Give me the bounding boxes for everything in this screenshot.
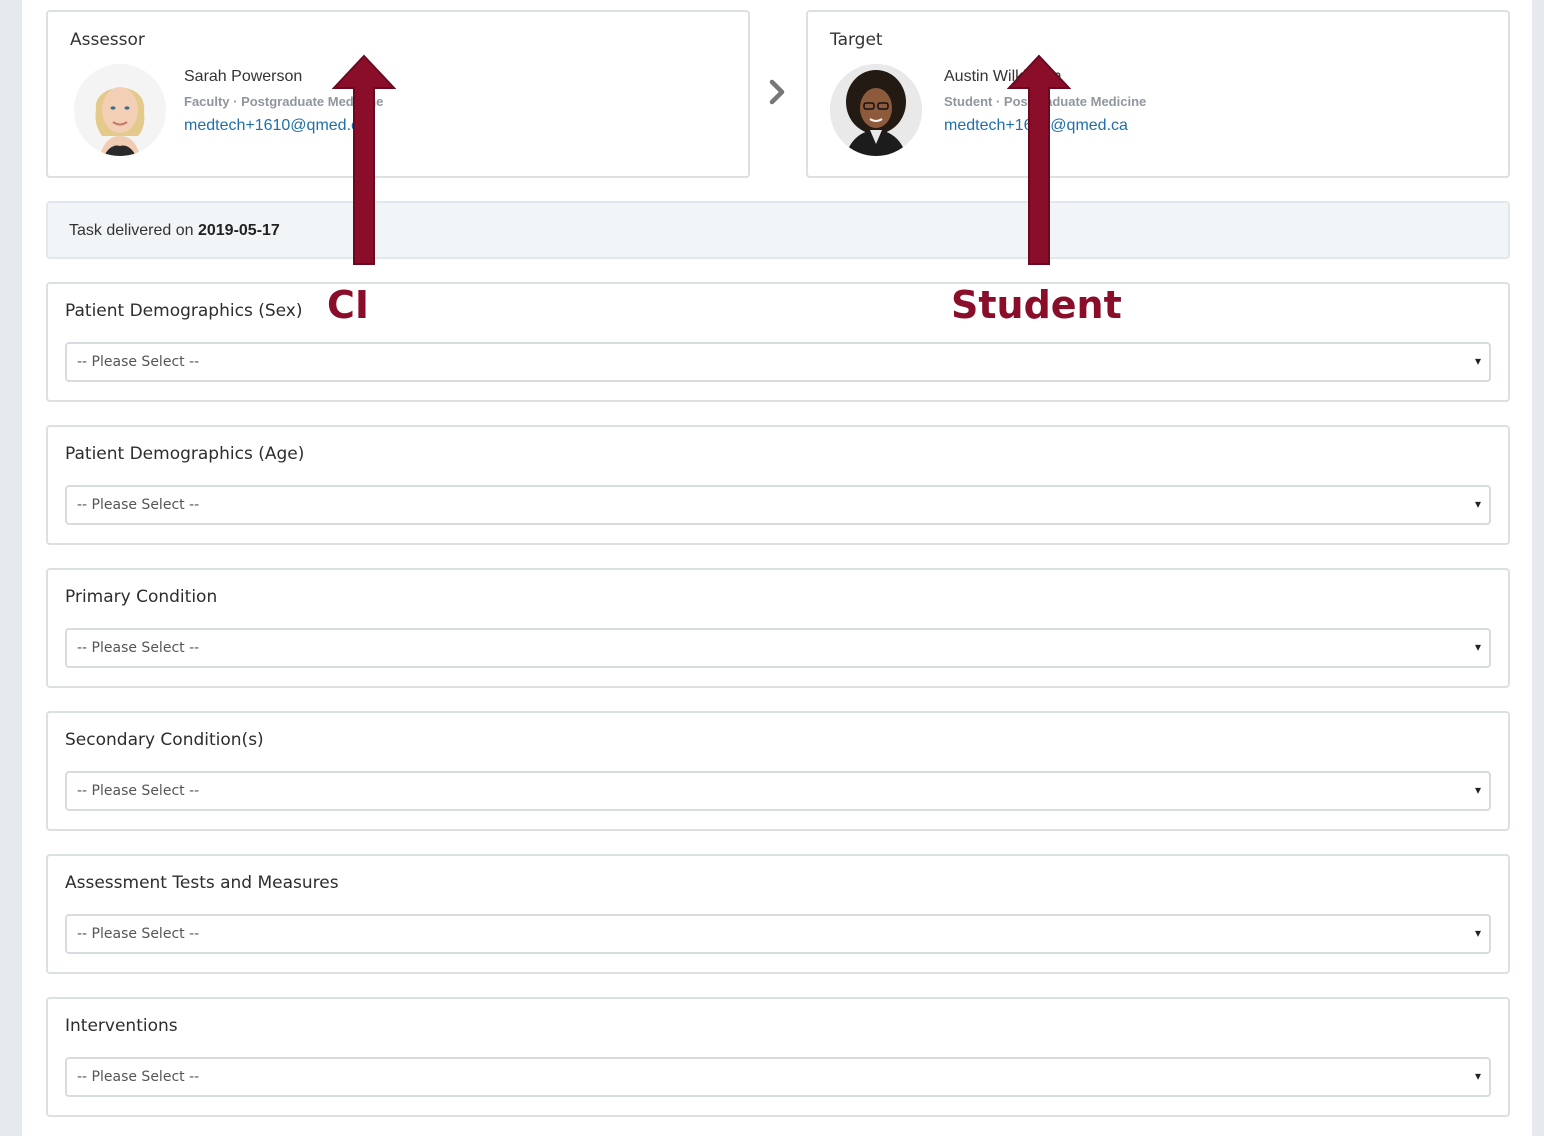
chevron-right-icon [769,79,785,105]
left-gutter [0,0,22,1136]
target-avatar [830,64,922,156]
caret-down-icon: ▾ [1474,354,1481,368]
task-delivered-date: 2019-05-17 [197,222,280,239]
target-card: Target Austin Wilkinson Student · Postgr… [806,10,1510,178]
caret-down-icon: ▾ [1474,1069,1481,1083]
patient-sex-select[interactable]: -- Please Select -- ▾ [65,342,1491,382]
select-value: -- Please Select -- [77,926,200,942]
assessment-tests-select[interactable]: -- Please Select -- ▾ [65,914,1491,954]
field-label: Patient Demographics (Age) [65,444,305,464]
caret-down-icon: ▾ [1474,783,1481,797]
field-secondary-conditions: Secondary Condition(s) -- Please Select … [46,711,1510,831]
annotation-student-label: Student [951,283,1122,327]
patient-age-select[interactable]: -- Please Select -- ▾ [65,485,1491,525]
field-label: Secondary Condition(s) [65,730,264,750]
field-interventions: Interventions -- Please Select -- ▾ [46,997,1510,1117]
select-value: -- Please Select -- [77,354,200,370]
annotation-ci-label: CI [327,283,370,327]
annotation-arrow-up-icon [1007,54,1071,265]
target-heading: Target [830,30,883,50]
field-patient-age: Patient Demographics (Age) -- Please Sel… [46,425,1510,545]
caret-down-icon: ▾ [1474,926,1481,940]
field-assessment-tests: Assessment Tests and Measures -- Please … [46,854,1510,974]
field-patient-sex: Patient Demographics (Sex) -- Please Sel… [46,282,1510,402]
task-delivered-text: Task delivered on 2019-05-17 [69,222,280,240]
select-value: -- Please Select -- [77,1069,200,1085]
task-delivered-prefix: Task delivered on [69,222,198,239]
assessor-heading: Assessor [70,30,145,50]
field-label: Patient Demographics (Sex) [65,301,303,321]
interventions-select[interactable]: -- Please Select -- ▾ [65,1057,1491,1097]
field-label: Interventions [65,1016,178,1036]
field-primary-condition: Primary Condition -- Please Select -- ▾ [46,568,1510,688]
assessor-card: Assessor Sarah Powerson Faculty · Postgr… [46,10,750,178]
primary-condition-select[interactable]: -- Please Select -- ▾ [65,628,1491,668]
caret-down-icon: ▾ [1474,640,1481,654]
assessor-avatar [74,64,166,156]
select-value: -- Please Select -- [77,783,200,799]
right-scroll-gutter [1532,0,1544,1136]
field-label: Assessment Tests and Measures [65,873,339,893]
annotation-arrow-up-icon [332,54,396,265]
assessor-name: Sarah Powerson [184,68,303,85]
field-label: Primary Condition [65,587,218,607]
select-value: -- Please Select -- [77,497,200,513]
caret-down-icon: ▾ [1474,497,1481,511]
task-delivered-notice: Task delivered on 2019-05-17 [46,201,1510,259]
secondary-conditions-select[interactable]: -- Please Select -- ▾ [65,771,1491,811]
select-value: -- Please Select -- [77,640,200,656]
